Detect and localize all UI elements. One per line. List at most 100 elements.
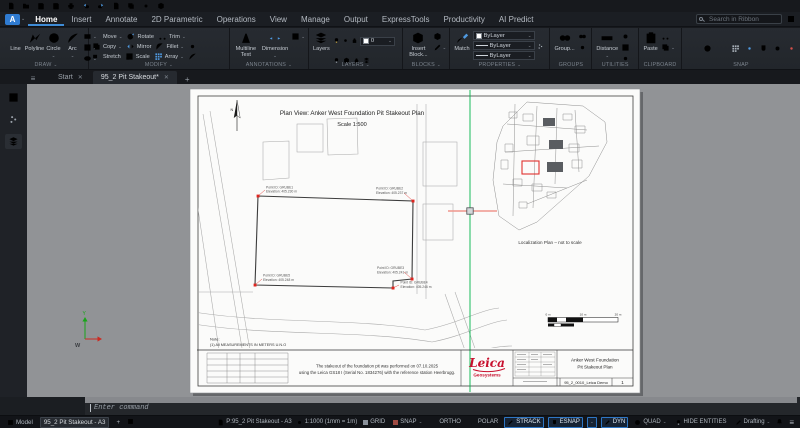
- plot-icon[interactable]: [66, 1, 76, 11]
- notifications-bell-icon[interactable]: [776, 413, 783, 428]
- doc-tabs-menu-icon[interactable]: ≡: [26, 74, 40, 83]
- table-button[interactable]: ⌄: [291, 32, 305, 41]
- panel-label-draw[interactable]: DRAW⌄: [4, 62, 88, 68]
- annotation-scale[interactable]: 1:1000 (1mm = 1m): [296, 419, 358, 426]
- layers-panel-icon[interactable]: [5, 134, 22, 149]
- close-start-tab-icon[interactable]: ✕: [78, 74, 83, 81]
- open-icon[interactable]: [21, 1, 31, 11]
- mirror-button[interactable]: Mirror: [126, 42, 152, 51]
- tab-ai-predict[interactable]: AI Predict: [492, 12, 541, 26]
- tab-manage[interactable]: Manage: [294, 12, 337, 26]
- quad-caret-icon[interactable]: ⌄: [663, 419, 667, 425]
- panel-label-annotations[interactable]: ANNOTATIONS⌄: [230, 62, 308, 68]
- tab-annotate[interactable]: Annotate: [98, 12, 144, 26]
- copy-clip-button[interactable]: ⌄: [661, 43, 675, 52]
- ribbon-collapse-icon[interactable]: [787, 15, 795, 23]
- panel-label-layers[interactable]: LAYERS⌄: [309, 62, 402, 68]
- layout-list-icon[interactable]: [127, 413, 134, 428]
- snap-endpoint-icon[interactable]: [689, 40, 698, 58]
- drawing-canvas[interactable]: N Plan View: Anker West Foundation Pit S…: [27, 84, 800, 397]
- redo-icon[interactable]: [96, 1, 106, 11]
- tab-insert[interactable]: Insert: [64, 12, 98, 26]
- line-button[interactable]: Line: [7, 30, 24, 53]
- polyline-button[interactable]: Polyline: [26, 30, 43, 53]
- tab-expresstools[interactable]: ExpressTools: [375, 12, 437, 26]
- toggle-ortho[interactable]: ORTHO: [428, 417, 463, 428]
- toggle-polar[interactable]: POLAR: [467, 417, 500, 428]
- block-tool-icon[interactable]: [156, 1, 166, 11]
- filters-icon[interactable]: [5, 112, 22, 127]
- tab-view[interactable]: View: [263, 12, 294, 26]
- layers-button[interactable]: Layers: [312, 30, 331, 53]
- array-button[interactable]: Array⌄: [154, 52, 184, 61]
- toggle-esnap[interactable]: ESNAP: [548, 417, 583, 428]
- snap-quadrant-icon[interactable]: [773, 40, 782, 58]
- attributes-button[interactable]: ⌄: [433, 43, 447, 52]
- add-layout-button[interactable]: +: [113, 417, 123, 428]
- new-document-tab-button[interactable]: +: [179, 75, 196, 84]
- linetype-dropdown[interactable]: ByLayer⌄: [473, 51, 535, 60]
- layer-dropdown[interactable]: 0⌄: [360, 37, 395, 46]
- toggle-strack[interactable]: STRACK: [504, 417, 543, 428]
- toggle-grid[interactable]: GRID: [361, 417, 387, 428]
- snap-point-icon[interactable]: [745, 40, 754, 58]
- properties-panel-icon[interactable]: [111, 1, 121, 11]
- save-as-icon[interactable]: [51, 1, 61, 11]
- dimension-button[interactable]: Dimension⌄: [261, 30, 289, 60]
- layer-on-icon[interactable]: [333, 32, 340, 50]
- snap-marker-icon[interactable]: [787, 40, 796, 58]
- scale-button[interactable]: Scale: [125, 52, 150, 61]
- quick-select-button[interactable]: [621, 43, 630, 52]
- trim-button[interactable]: Trim⌄: [158, 32, 186, 41]
- drafting-mode-selector[interactable]: Drafting⌄: [733, 417, 773, 428]
- doc-tab-start[interactable]: Start✕: [50, 71, 91, 84]
- group-button[interactable]: Group...: [553, 30, 575, 53]
- copy-button[interactable]: Copy⌄: [92, 42, 122, 51]
- move-button[interactable]: Move⌄: [92, 32, 122, 41]
- snap-intersection-icon[interactable]: [717, 40, 726, 58]
- panel-label-modify[interactable]: MODIFY⌄: [89, 62, 229, 68]
- lineweight-dropdown[interactable]: ByLayer⌄: [473, 41, 535, 50]
- circle-button[interactable]: Circle⌄: [45, 30, 62, 60]
- toggle-quad[interactable]: QUAD⌄: [632, 417, 668, 428]
- match-properties-button[interactable]: Match: [453, 30, 470, 53]
- app-button-caret-icon[interactable]: ⌄: [21, 16, 25, 26]
- doc-tab-active[interactable]: 95_2 Pit Stakeout*✕: [93, 71, 177, 84]
- status-bar-menu-icon[interactable]: ≡: [787, 418, 796, 427]
- cut-button[interactable]: [661, 32, 675, 41]
- save-icon[interactable]: [36, 1, 46, 11]
- paper-space-indicator[interactable]: P:95_2 Pit Stakeout - A3: [217, 419, 291, 426]
- tab-output[interactable]: Output: [337, 12, 375, 26]
- layer-freeze-icon[interactable]: [342, 32, 349, 50]
- insert-block-button[interactable]: Insert Block...: [406, 30, 430, 60]
- transparency-button[interactable]: [537, 30, 544, 56]
- multiline-text-button[interactable]: Multiline Text: [233, 30, 259, 60]
- panel-label-properties[interactable]: PROPERTIES⌄: [450, 62, 549, 68]
- copy-icon[interactable]: [126, 1, 136, 11]
- toggle-snap[interactable]: SNAP⌄: [391, 417, 424, 428]
- snap-node-icon[interactable]: [731, 40, 740, 58]
- toggle-dyn[interactable]: DYN: [601, 417, 629, 428]
- group-edit-button[interactable]: [578, 43, 587, 52]
- tab-home[interactable]: Home: [28, 12, 64, 26]
- close-active-tab-icon[interactable]: ✕: [164, 74, 169, 81]
- snap-caret-icon[interactable]: ⌄: [419, 419, 423, 425]
- new-document-icon[interactable]: [6, 1, 16, 11]
- ribbon-search-input[interactable]: [696, 14, 782, 24]
- tab-2d-parametric[interactable]: 2D Parametric: [144, 12, 209, 26]
- color-dropdown[interactable]: ByLayer⌄: [473, 31, 535, 40]
- id-point-button[interactable]: [621, 32, 630, 41]
- drafting-caret-icon[interactable]: ⌄: [767, 419, 771, 425]
- esnap-caret-button[interactable]: ⌄: [587, 417, 597, 428]
- drawing-viewport[interactable]: N Plan View: Anker West Foundation Pit S…: [27, 84, 800, 397]
- rotate-button[interactable]: Rotate: [126, 32, 153, 41]
- undo-icon[interactable]: [81, 1, 91, 11]
- model-tab[interactable]: Model: [4, 417, 36, 428]
- fillet-button[interactable]: Fillet⌄: [155, 42, 184, 51]
- layout-tab[interactable]: 95_2 Pit Stakeout - A3: [40, 417, 110, 428]
- panels-icon[interactable]: [5, 90, 22, 105]
- snap-center-icon[interactable]: [703, 40, 712, 58]
- canvas-edge-strip[interactable]: [85, 397, 797, 403]
- command-input[interactable]: Enter command: [90, 404, 149, 412]
- toggle-hide-entities[interactable]: HIDE ENTITIES: [673, 417, 729, 428]
